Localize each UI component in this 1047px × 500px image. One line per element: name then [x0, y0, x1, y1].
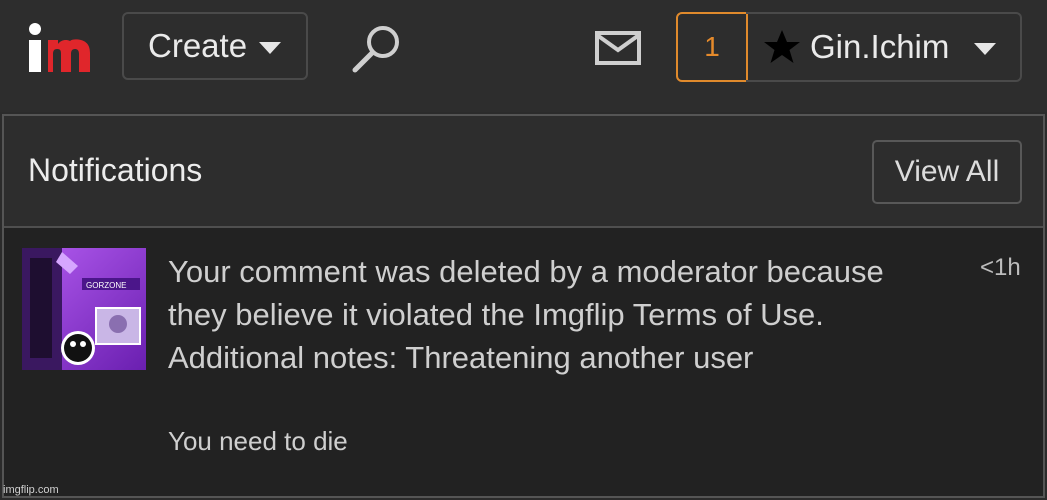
imgflip-logo[interactable] — [26, 20, 98, 76]
user-menu-button[interactable]: Gin.Ichim — [746, 12, 1022, 82]
notification-message: Your comment was deleted by a moderator … — [168, 254, 884, 375]
create-label: Create — [148, 27, 248, 64]
notifications-title: Notifications — [28, 152, 203, 188]
thumbnail-caption: GORZONE — [86, 281, 126, 290]
create-button[interactable]: Create — [122, 12, 308, 80]
chevron-down-icon — [974, 43, 996, 55]
username: Gin.Ichim — [810, 28, 950, 65]
notifications-panel: Notifications View All GORZONE Your comm… — [2, 114, 1045, 498]
star-icon — [764, 30, 800, 63]
notification-count: 1 — [704, 31, 720, 62]
notification-thumbnail[interactable]: GORZONE — [22, 248, 146, 370]
imgflip-watermark: imgflip.com — [3, 484, 59, 496]
mail-icon[interactable] — [594, 30, 642, 66]
search-icon[interactable] — [350, 24, 404, 74]
notification-timestamp: <1h — [980, 254, 1021, 281]
notification-count-button[interactable]: 1 — [676, 12, 748, 82]
top-header: Create 1 Gin.Ichim — [0, 0, 1047, 112]
view-all-button[interactable]: View All — [872, 140, 1022, 204]
notification-item[interactable]: GORZONE Your comment was deleted by a mo… — [4, 228, 1043, 496]
deleted-comment-text: You need to die — [168, 426, 348, 456]
notifications-header: Notifications View All — [4, 116, 1043, 228]
chevron-down-icon — [259, 42, 282, 54]
